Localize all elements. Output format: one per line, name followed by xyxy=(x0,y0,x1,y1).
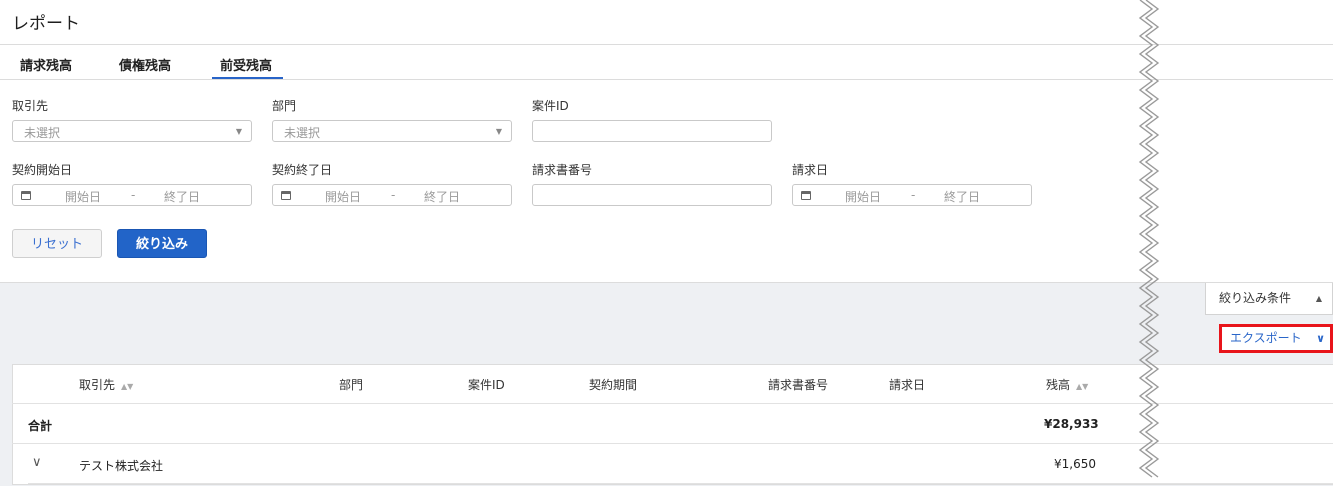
tabs-divider xyxy=(0,79,1333,80)
department-select[interactable]: 未選択 ▼ xyxy=(272,120,512,142)
range-separator: - xyxy=(391,188,396,202)
client-label: 取引先 xyxy=(12,99,49,113)
contract-end-range[interactable]: 開始日 - 終了日 xyxy=(272,184,512,206)
chevron-down-icon: ∨ xyxy=(1316,332,1325,345)
range-end-placeholder: 終了日 xyxy=(164,190,201,204)
triangle-up-icon: ▲ xyxy=(1315,294,1322,303)
reset-button[interactable]: リセット xyxy=(12,229,102,258)
apply-filter-button[interactable]: 絞り込み xyxy=(117,229,207,258)
calendar-icon xyxy=(21,191,31,200)
tab-advance-balance[interactable]: 前受残高 xyxy=(220,55,272,74)
client-placeholder: 未選択 xyxy=(24,126,61,140)
column-header-client[interactable]: 取引先 ▲▼ xyxy=(79,376,133,393)
page-title: レポート xyxy=(12,14,80,34)
contract-start-label: 契約開始日 xyxy=(12,163,73,177)
invoice-number-input[interactable] xyxy=(532,184,772,206)
range-end-placeholder: 終了日 xyxy=(424,190,461,204)
table-row-client[interactable]: テスト株式会社 xyxy=(79,457,163,474)
case-id-label: 案件ID xyxy=(532,99,569,113)
column-header-case-id: 案件ID xyxy=(468,378,505,392)
caret-down-icon: ▼ xyxy=(235,127,242,136)
range-start-placeholder: 開始日 xyxy=(65,190,102,204)
column-header-balance[interactable]: 残高 ▲▼ xyxy=(1046,376,1088,393)
export-label: エクスポート xyxy=(1230,331,1302,345)
range-separator: - xyxy=(911,188,916,202)
invoice-date-range[interactable]: 開始日 - 終了日 xyxy=(792,184,1032,206)
export-button[interactable]: エクスポート ∨ xyxy=(1219,324,1333,353)
column-header-invoice-number: 請求書番号 xyxy=(768,378,829,392)
table-row-balance: ¥1,650 xyxy=(1054,457,1096,471)
caret-down-icon: ▼ xyxy=(495,127,502,136)
calendar-icon xyxy=(801,191,811,200)
invoice-number-label: 請求書番号 xyxy=(532,163,593,177)
client-select[interactable]: 未選択 ▼ xyxy=(12,120,252,142)
contract-end-label: 契約終了日 xyxy=(272,163,333,177)
range-start-placeholder: 開始日 xyxy=(325,190,362,204)
column-label: 取引先 xyxy=(79,378,116,392)
zigzag-cut-marker xyxy=(1138,0,1160,478)
department-placeholder: 未選択 xyxy=(284,126,321,140)
tab-billing-balance[interactable]: 請求残高 xyxy=(20,55,72,74)
calendar-icon xyxy=(281,191,291,200)
sort-icon[interactable]: ▲▼ xyxy=(1076,382,1088,391)
tab-receivable-balance[interactable]: 債権残高 xyxy=(119,55,171,74)
case-id-input[interactable] xyxy=(532,120,772,142)
column-label: 残高 xyxy=(1046,378,1071,392)
total-balance: ¥28,933 xyxy=(1044,417,1099,431)
total-label: 合計 xyxy=(28,419,53,433)
range-end-placeholder: 終了日 xyxy=(944,190,981,204)
department-label: 部門 xyxy=(272,99,297,113)
range-separator: - xyxy=(131,188,136,202)
invoice-date-label: 請求日 xyxy=(792,163,829,177)
column-header-department: 部門 xyxy=(339,378,364,392)
column-header-invoice-date: 請求日 xyxy=(889,378,926,392)
filter-conditions-toggle[interactable]: 絞り込み条件 ▲ xyxy=(1205,283,1333,315)
header-divider xyxy=(0,44,1333,45)
contract-start-range[interactable]: 開始日 - 終了日 xyxy=(12,184,252,206)
range-start-placeholder: 開始日 xyxy=(845,190,882,204)
chevron-down-icon[interactable]: ∨ xyxy=(32,455,42,470)
sort-icon[interactable]: ▲▼ xyxy=(121,382,133,391)
filter-conditions-label: 絞り込み条件 xyxy=(1219,291,1292,305)
column-header-contract-period: 契約期間 xyxy=(589,378,638,392)
